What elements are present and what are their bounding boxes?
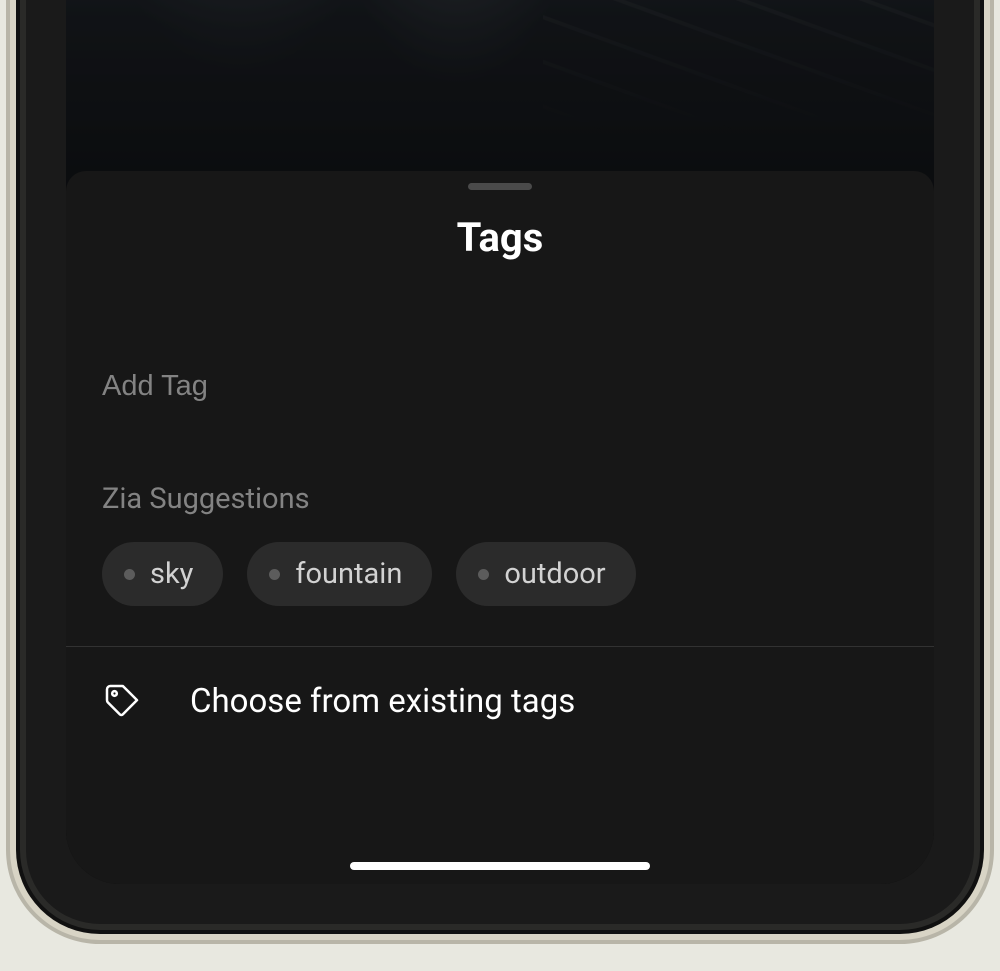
chip-label: fountain [295, 557, 402, 591]
device-frame: Tags Add Tag Zia Suggestions sky fountai… [20, 0, 980, 930]
chip-dot-icon [124, 569, 135, 580]
screen: Tags Add Tag Zia Suggestions sky fountai… [66, 0, 934, 884]
chip-label: outdoor [504, 557, 605, 591]
choose-existing-label: Choose from existing tags [190, 682, 575, 721]
suggestion-chip-outdoor[interactable]: outdoor [456, 542, 635, 606]
tag-icon [102, 681, 142, 721]
suggestion-chips-row: sky fountain outdoor [102, 542, 934, 606]
choose-existing-tags-button[interactable]: Choose from existing tags [66, 647, 934, 755]
chip-label: sky [150, 557, 193, 591]
sheet-grabber[interactable] [468, 183, 532, 190]
sheet-title: Tags [66, 214, 934, 261]
chip-dot-icon [478, 569, 489, 580]
suggestions-label: Zia Suggestions [102, 482, 934, 516]
home-indicator[interactable] [350, 862, 650, 870]
tags-sheet: Tags Add Tag Zia Suggestions sky fountai… [66, 171, 934, 884]
chip-dot-icon [269, 569, 280, 580]
suggestion-chip-sky[interactable]: sky [102, 542, 223, 606]
suggestion-chip-fountain[interactable]: fountain [247, 542, 432, 606]
add-tag-input[interactable] [102, 361, 898, 411]
